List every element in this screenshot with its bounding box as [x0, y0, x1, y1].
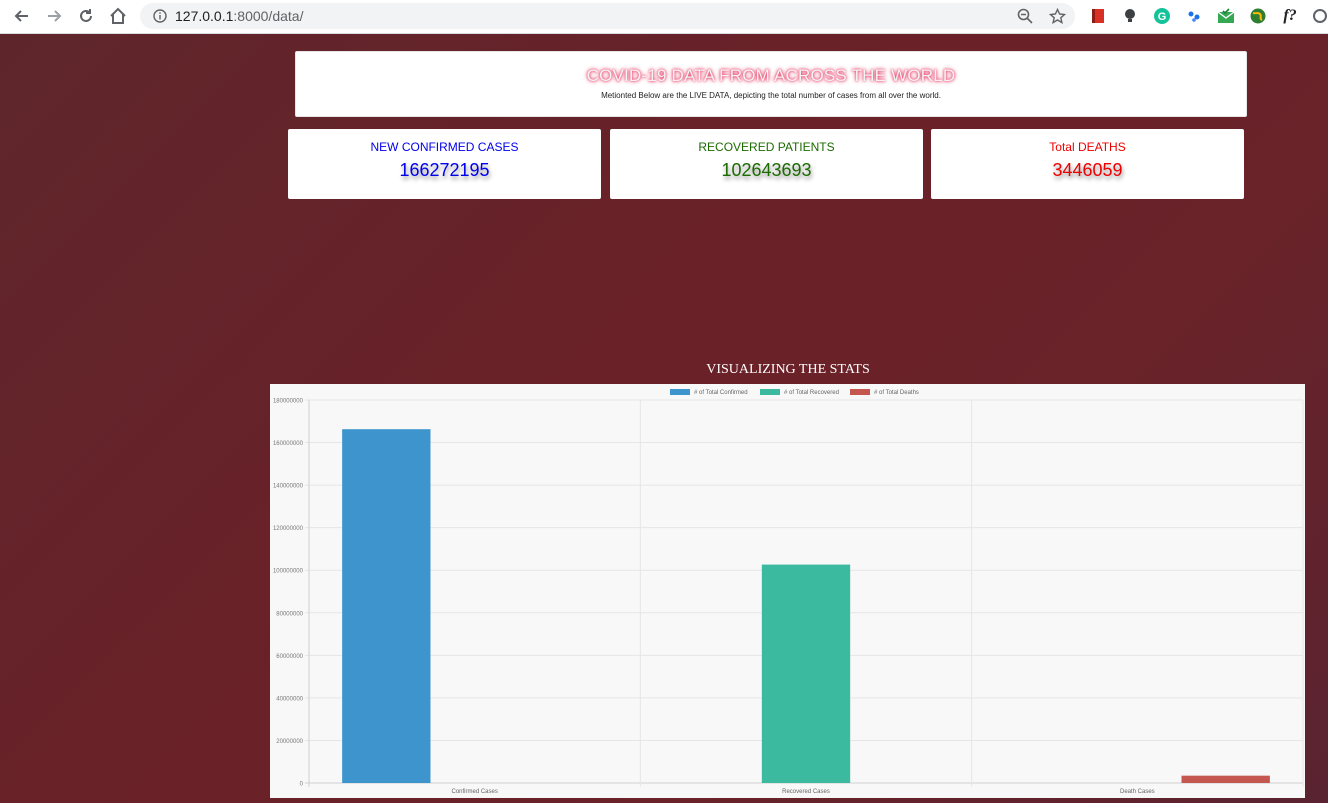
recovered-patients-label: RECOVERED PATIENTS — [698, 140, 835, 154]
mail-check-extension-icon[interactable] — [1216, 6, 1236, 26]
y-tick-label: 20000000 — [276, 739, 303, 745]
dots-extension-icon[interactable] — [1184, 6, 1204, 26]
bar — [342, 429, 431, 783]
reload-icon[interactable] — [74, 4, 98, 28]
zoom-icon[interactable] — [1016, 7, 1034, 25]
confirmed-cases-value: 166272195 — [399, 160, 490, 180]
recovered-patients-value: 102643693 — [721, 160, 812, 180]
page-subtitle: Metionted Below are the LIVE DATA, depic… — [601, 91, 941, 100]
y-tick-label: 100000000 — [273, 569, 304, 575]
y-tick-label: 140000000 — [273, 484, 304, 490]
recovered-patients-card: RECOVERED PATIENTS 102643693 — [610, 129, 923, 199]
forward-icon[interactable] — [42, 4, 66, 28]
total-deaths-label: Total DEATHS — [1049, 140, 1126, 154]
browser-toolbar: 127.0.0.1:8000/data/ G f? — [0, 0, 1328, 34]
legend-swatch — [760, 389, 780, 395]
bookmark-manager-extension-icon[interactable] — [1088, 6, 1108, 26]
visualization-title: VISUALIZING THE STATS — [706, 362, 870, 377]
url-path: :8000/data/ — [233, 8, 304, 24]
svg-text:G: G — [1158, 11, 1167, 23]
bar — [761, 564, 851, 783]
header-card: COVID-19 DATA FROM ACROSS THE WORLD Meti… — [295, 51, 1247, 117]
total-deaths-value: 3446059 — [1052, 160, 1123, 180]
x-tick-label: Recovered Cases — [782, 789, 830, 795]
chart-canvas: 0 20000000 40000000 60000000 80000000 1000000… — [273, 389, 1304, 795]
home-icon[interactable] — [106, 4, 130, 28]
y-tick-label: 80000000 — [276, 611, 303, 617]
lightbulb-extension-icon[interactable] — [1120, 6, 1140, 26]
globe-extension-icon[interactable] — [1248, 6, 1268, 26]
total-deaths-card: Total DEATHS 3446059 — [931, 129, 1244, 199]
y-tick-label: 0 — [300, 782, 304, 788]
legend-swatch — [670, 389, 690, 395]
y-tick-label: 160000000 — [273, 441, 304, 447]
confirmed-cases-card: NEW CONFIRMED CASES 166272195 — [288, 129, 601, 199]
y-tick-label: 180000000 — [273, 399, 304, 405]
legend-label: # of Total Deaths — [874, 390, 919, 396]
y-tick-label: 120000000 — [273, 526, 304, 532]
bar — [1181, 775, 1270, 783]
back-icon[interactable] — [10, 4, 34, 28]
page-title: COVID-19 DATA FROM ACROSS THE WORLD — [586, 66, 956, 85]
profile-avatar-icon[interactable] — [1310, 6, 1328, 26]
page-content: COVID-19 DATA FROM ACROSS THE WORLD Meti… — [0, 34, 1328, 803]
confirmed-cases-label: NEW CONFIRMED CASES — [370, 140, 519, 154]
y-tick-label: 60000000 — [276, 654, 303, 660]
address-bar[interactable]: 127.0.0.1:8000/data/ — [140, 3, 1075, 29]
bar-chart: 0 20000000 40000000 60000000 80000000 1000000… — [270, 384, 1305, 798]
info-icon[interactable] — [152, 8, 168, 24]
f-extension-icon[interactable]: f? — [1280, 6, 1300, 26]
grammarly-extension-icon[interactable]: G — [1152, 6, 1172, 26]
x-tick-label: Death Cases — [1120, 789, 1155, 795]
url-host: 127.0.0.1 — [175, 8, 234, 24]
url-text[interactable]: 127.0.0.1:8000/data/ — [175, 8, 303, 24]
bookmark-star-icon[interactable] — [1048, 7, 1066, 25]
legend-swatch — [850, 389, 870, 395]
legend-label: # of Total Confirmed — [694, 390, 748, 396]
x-tick-label: Confirmed Cases — [451, 789, 497, 795]
legend-label: # of Total Recovered — [784, 390, 839, 396]
y-tick-label: 40000000 — [276, 696, 303, 702]
